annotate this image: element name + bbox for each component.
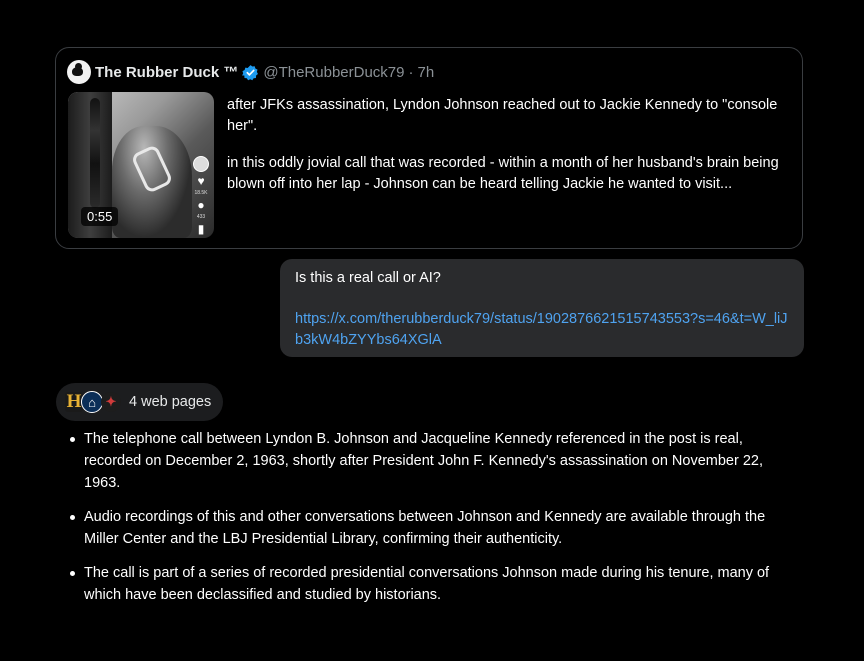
web-sources-button[interactable]: H ⌂ ✦ 4 web pages [56, 383, 223, 421]
answer-bullet: The call is part of a series of recorded… [68, 562, 798, 606]
like-count: 18.5K [194, 190, 208, 196]
tweet-display-name[interactable]: The Rubber Duck ™ [95, 64, 238, 81]
user-question: Is this a real call or AI? [295, 270, 441, 286]
tweet-paragraph: after JFKs assassination, Lyndon Johnson… [227, 97, 778, 134]
tweet-paragraph: in this oddly jovial call that was recor… [227, 155, 779, 192]
tweet-body: after JFKs assassination, Lyndon Johnson… [227, 95, 799, 195]
bookmark-icon: ▮ [197, 222, 205, 236]
verified-badge-icon [242, 64, 259, 80]
video-duration-badge: 0:55 [81, 207, 119, 226]
answer-bullet: Audio recordings of this and other conve… [68, 506, 798, 550]
lbj-library-icon: ✦ [101, 392, 121, 412]
answer-bullet: The telephone call between Lyndon B. Joh… [68, 428, 798, 494]
video-thumbnail[interactable]: 0:55 ♥ 18.5K ● 433 ▮ [68, 92, 214, 238]
miller-center-icon: ⌂ [81, 391, 103, 413]
creator-avatar-icon [193, 156, 209, 172]
separator-dot: · [408, 63, 414, 81]
tweet-age[interactable]: 7h [418, 64, 435, 81]
quoted-tweet-card[interactable]: The Rubber Duck ™ @TheRubberDuck79 · 7h … [55, 47, 803, 249]
sources-label: 4 web pages [129, 394, 212, 410]
comment-icon: ● [197, 198, 205, 212]
tweet-link[interactable]: https://x.com/therubberduck79/status/190… [295, 309, 789, 351]
tweet-handle[interactable]: @TheRubberDuck79 [263, 64, 404, 81]
comment-count: 433 [196, 214, 206, 220]
rubber-duck-avatar-icon[interactable] [67, 60, 91, 84]
user-message-bubble: Is this a real call or AI? https://x.com… [280, 259, 804, 357]
tweet-header: The Rubber Duck ™ @TheRubberDuck79 · 7h [67, 60, 434, 84]
video-side-actions: ♥ 18.5K ● 433 ▮ [192, 156, 210, 235]
answer-list: The telephone call between Lyndon B. Joh… [68, 428, 798, 618]
thumb-lamp [90, 98, 100, 208]
heart-icon: ♥ [197, 174, 205, 188]
